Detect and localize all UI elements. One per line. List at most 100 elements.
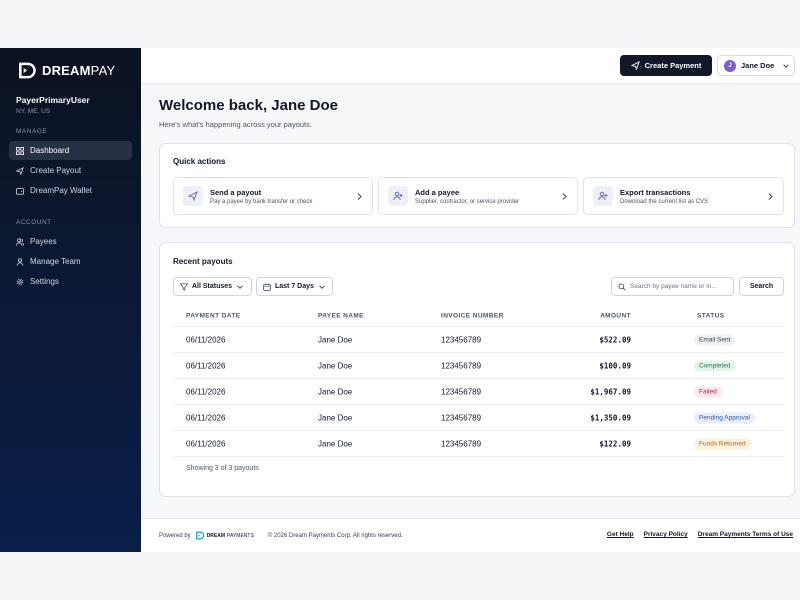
- column-header-payee-name[interactable]: Payee Name: [318, 312, 364, 319]
- calendar-icon: [263, 282, 271, 291]
- recent-payouts-card: Recent payouts All Statuses Last 7 Days …: [159, 242, 795, 497]
- table-row[interactable]: 06/11/2026 Jane Doe 123456789 $1,350.09 …: [173, 405, 784, 431]
- cell-amount: $522.09: [599, 335, 631, 344]
- sidebar-item-label: Manage Team: [30, 257, 81, 266]
- send-icon: [188, 191, 198, 201]
- pagination-summary: Showing 3 of 3 payouts: [186, 465, 259, 472]
- cell-payment-date: 06/11/2026: [186, 413, 226, 422]
- sidebar-item-label: Create Payout: [30, 166, 82, 175]
- brand-logo[interactable]: DREAMPAY: [0, 48, 141, 84]
- wallet-icon: [16, 187, 24, 195]
- get-help-link[interactable]: Get Help: [607, 531, 634, 538]
- gear-icon: [16, 278, 24, 285]
- quick-actions-title: Quick actions: [173, 157, 226, 166]
- brand-name: DREAMPAY: [42, 63, 116, 78]
- sidebar-item-label: Dashboard: [30, 146, 70, 155]
- quick-action-add-payee[interactable]: Add a payee Supplier, contractor, or ser…: [378, 177, 578, 215]
- chevron-down-icon: [319, 284, 325, 289]
- quick-action-desc: Pay a payee by bank transfer or check: [210, 198, 313, 205]
- cell-payee-name: Jane Doe: [318, 361, 353, 370]
- account-user-location: NY, ME, US: [16, 108, 51, 115]
- quick-action-title: Add a payee: [415, 187, 460, 197]
- column-header-payment-date[interactable]: Payment Date: [186, 312, 241, 319]
- cell-amount: $122.09: [599, 439, 631, 448]
- column-header-status[interactable]: Status: [697, 312, 724, 319]
- date-filter-dropdown[interactable]: Last 7 Days: [256, 277, 333, 296]
- cell-payment-date: 06/11/2026: [186, 361, 226, 370]
- quick-action-icon-box: [183, 186, 203, 206]
- quick-action-desc: Supplier, contractor, or service provide…: [415, 198, 520, 205]
- cell-payment-date: 06/11/2026: [186, 439, 226, 448]
- chevron-right-icon: [357, 193, 362, 200]
- table-row[interactable]: 06/11/2026 Jane Doe 123456789 $122.09 Fu…: [173, 431, 784, 457]
- users-icon: [16, 237, 24, 246]
- quick-action-icon-box: [593, 186, 613, 206]
- table-row[interactable]: 06/11/2026 Jane Doe 123456789 $522.09 Em…: [173, 327, 784, 353]
- cell-payee-name: Jane Doe: [318, 413, 353, 422]
- date-filter-label: Last 7 Days: [275, 283, 314, 290]
- cell-invoice-number: 123456789: [441, 387, 482, 396]
- quick-action-send-payout[interactable]: Send a payout Pay a payee by bank transf…: [173, 177, 373, 215]
- cell-amount: $1,350.09: [590, 413, 631, 422]
- status-filter-label: All Statuses: [192, 283, 233, 290]
- sidebar-item-dashboard[interactable]: Dashboard: [9, 141, 132, 160]
- grid-icon: [16, 146, 24, 155]
- user-menu-dropdown[interactable]: J Jane Doe: [717, 55, 795, 76]
- send-icon: [630, 61, 640, 70]
- terms-of-use-link[interactable]: Dream Payments Terms of Use: [698, 531, 793, 538]
- status-badge: Completed: [694, 360, 736, 371]
- copyright-text: © 2026 Dream Payments Corp. All rights r…: [267, 532, 403, 539]
- sidebar-item-settings[interactable]: Settings: [9, 272, 132, 291]
- recent-payouts-title: Recent payouts: [173, 257, 233, 266]
- app-shell: DREAMPAY PayerPrimaryUser NY, ME, US Man…: [0, 48, 800, 552]
- cell-payee-name: Jane Doe: [318, 387, 353, 396]
- dreampay-logo-icon: [195, 531, 204, 540]
- sidebar: DREAMPAY PayerPrimaryUser NY, ME, US Man…: [0, 48, 141, 552]
- cell-invoice-number: 123456789: [441, 335, 482, 344]
- cell-invoice-number: 123456789: [441, 439, 482, 448]
- quick-actions-card: Quick actions Send a payout Pay a payee …: [159, 143, 795, 228]
- cell-invoice-number: 123456789: [441, 413, 482, 422]
- account-user-name: PayerPrimaryUser: [16, 95, 90, 105]
- search-input[interactable]: [630, 283, 730, 290]
- table-header-row: Payment Date Payee Name Invoice Number A…: [173, 305, 784, 327]
- sidebar-item-label: DreamPay Wallet: [30, 186, 92, 195]
- sidebar-item-create-payout[interactable]: Create Payout: [9, 161, 132, 180]
- payee-search-field[interactable]: [611, 277, 734, 296]
- dreampay-logo-icon: [19, 62, 36, 79]
- chevron-down-icon: [237, 284, 243, 289]
- cell-amount: $100.09: [599, 361, 631, 370]
- user-plus-icon: [393, 191, 403, 201]
- quick-action-icon-box: [388, 186, 408, 206]
- status-filter-dropdown[interactable]: All Statuses: [173, 277, 252, 296]
- cell-invoice-number: 123456789: [441, 361, 482, 370]
- sidebar-item-manage-team[interactable]: Manage Team: [9, 252, 132, 271]
- page-subtitle: Here's what's happening across your payo…: [159, 120, 312, 129]
- status-badge: Email Sent: [694, 334, 736, 345]
- sidebar-item-label: Settings: [30, 277, 59, 286]
- sidebar-item-label: Payees: [30, 237, 57, 246]
- sidebar-item-payees[interactable]: Payees: [9, 232, 132, 251]
- sidebar-item-dreampay-wallet[interactable]: DreamPay Wallet: [9, 181, 132, 200]
- quick-action-desc: Download the current list as CVS: [620, 198, 709, 205]
- status-badge: Funds Returned: [694, 438, 751, 449]
- search-button[interactable]: Search: [739, 277, 784, 296]
- quick-action-export-transactions[interactable]: Export transactions Download the current…: [583, 177, 784, 215]
- column-header-invoice-number[interactable]: Invoice Number: [441, 312, 504, 319]
- table-row[interactable]: 06/11/2026 Jane Doe 123456789 $100.09 Co…: [173, 353, 784, 379]
- user-plus-icon: [598, 191, 608, 201]
- column-header-amount[interactable]: Amount: [600, 312, 631, 319]
- table-row[interactable]: 06/11/2026 Jane Doe 123456789 $1,967.09 …: [173, 379, 784, 405]
- create-payment-button[interactable]: Create Payment: [620, 55, 712, 76]
- user-icon: [16, 257, 24, 266]
- dream-payments-logo: DREAM PAYMENTS: [195, 531, 254, 540]
- chevron-right-icon: [768, 193, 773, 200]
- create-payment-label: Create Payment: [644, 61, 702, 70]
- cell-payment-date: 06/11/2026: [186, 335, 226, 344]
- main-content: Create Payment J Jane Doe Welcome back, …: [141, 48, 800, 552]
- cell-payee-name: Jane Doe: [318, 439, 353, 448]
- user-menu-name: Jane Doe: [741, 61, 775, 70]
- privacy-policy-link[interactable]: Privacy Policy: [644, 531, 688, 538]
- status-badge: Failed: [694, 386, 722, 397]
- section-label-manage: Manage: [16, 128, 48, 135]
